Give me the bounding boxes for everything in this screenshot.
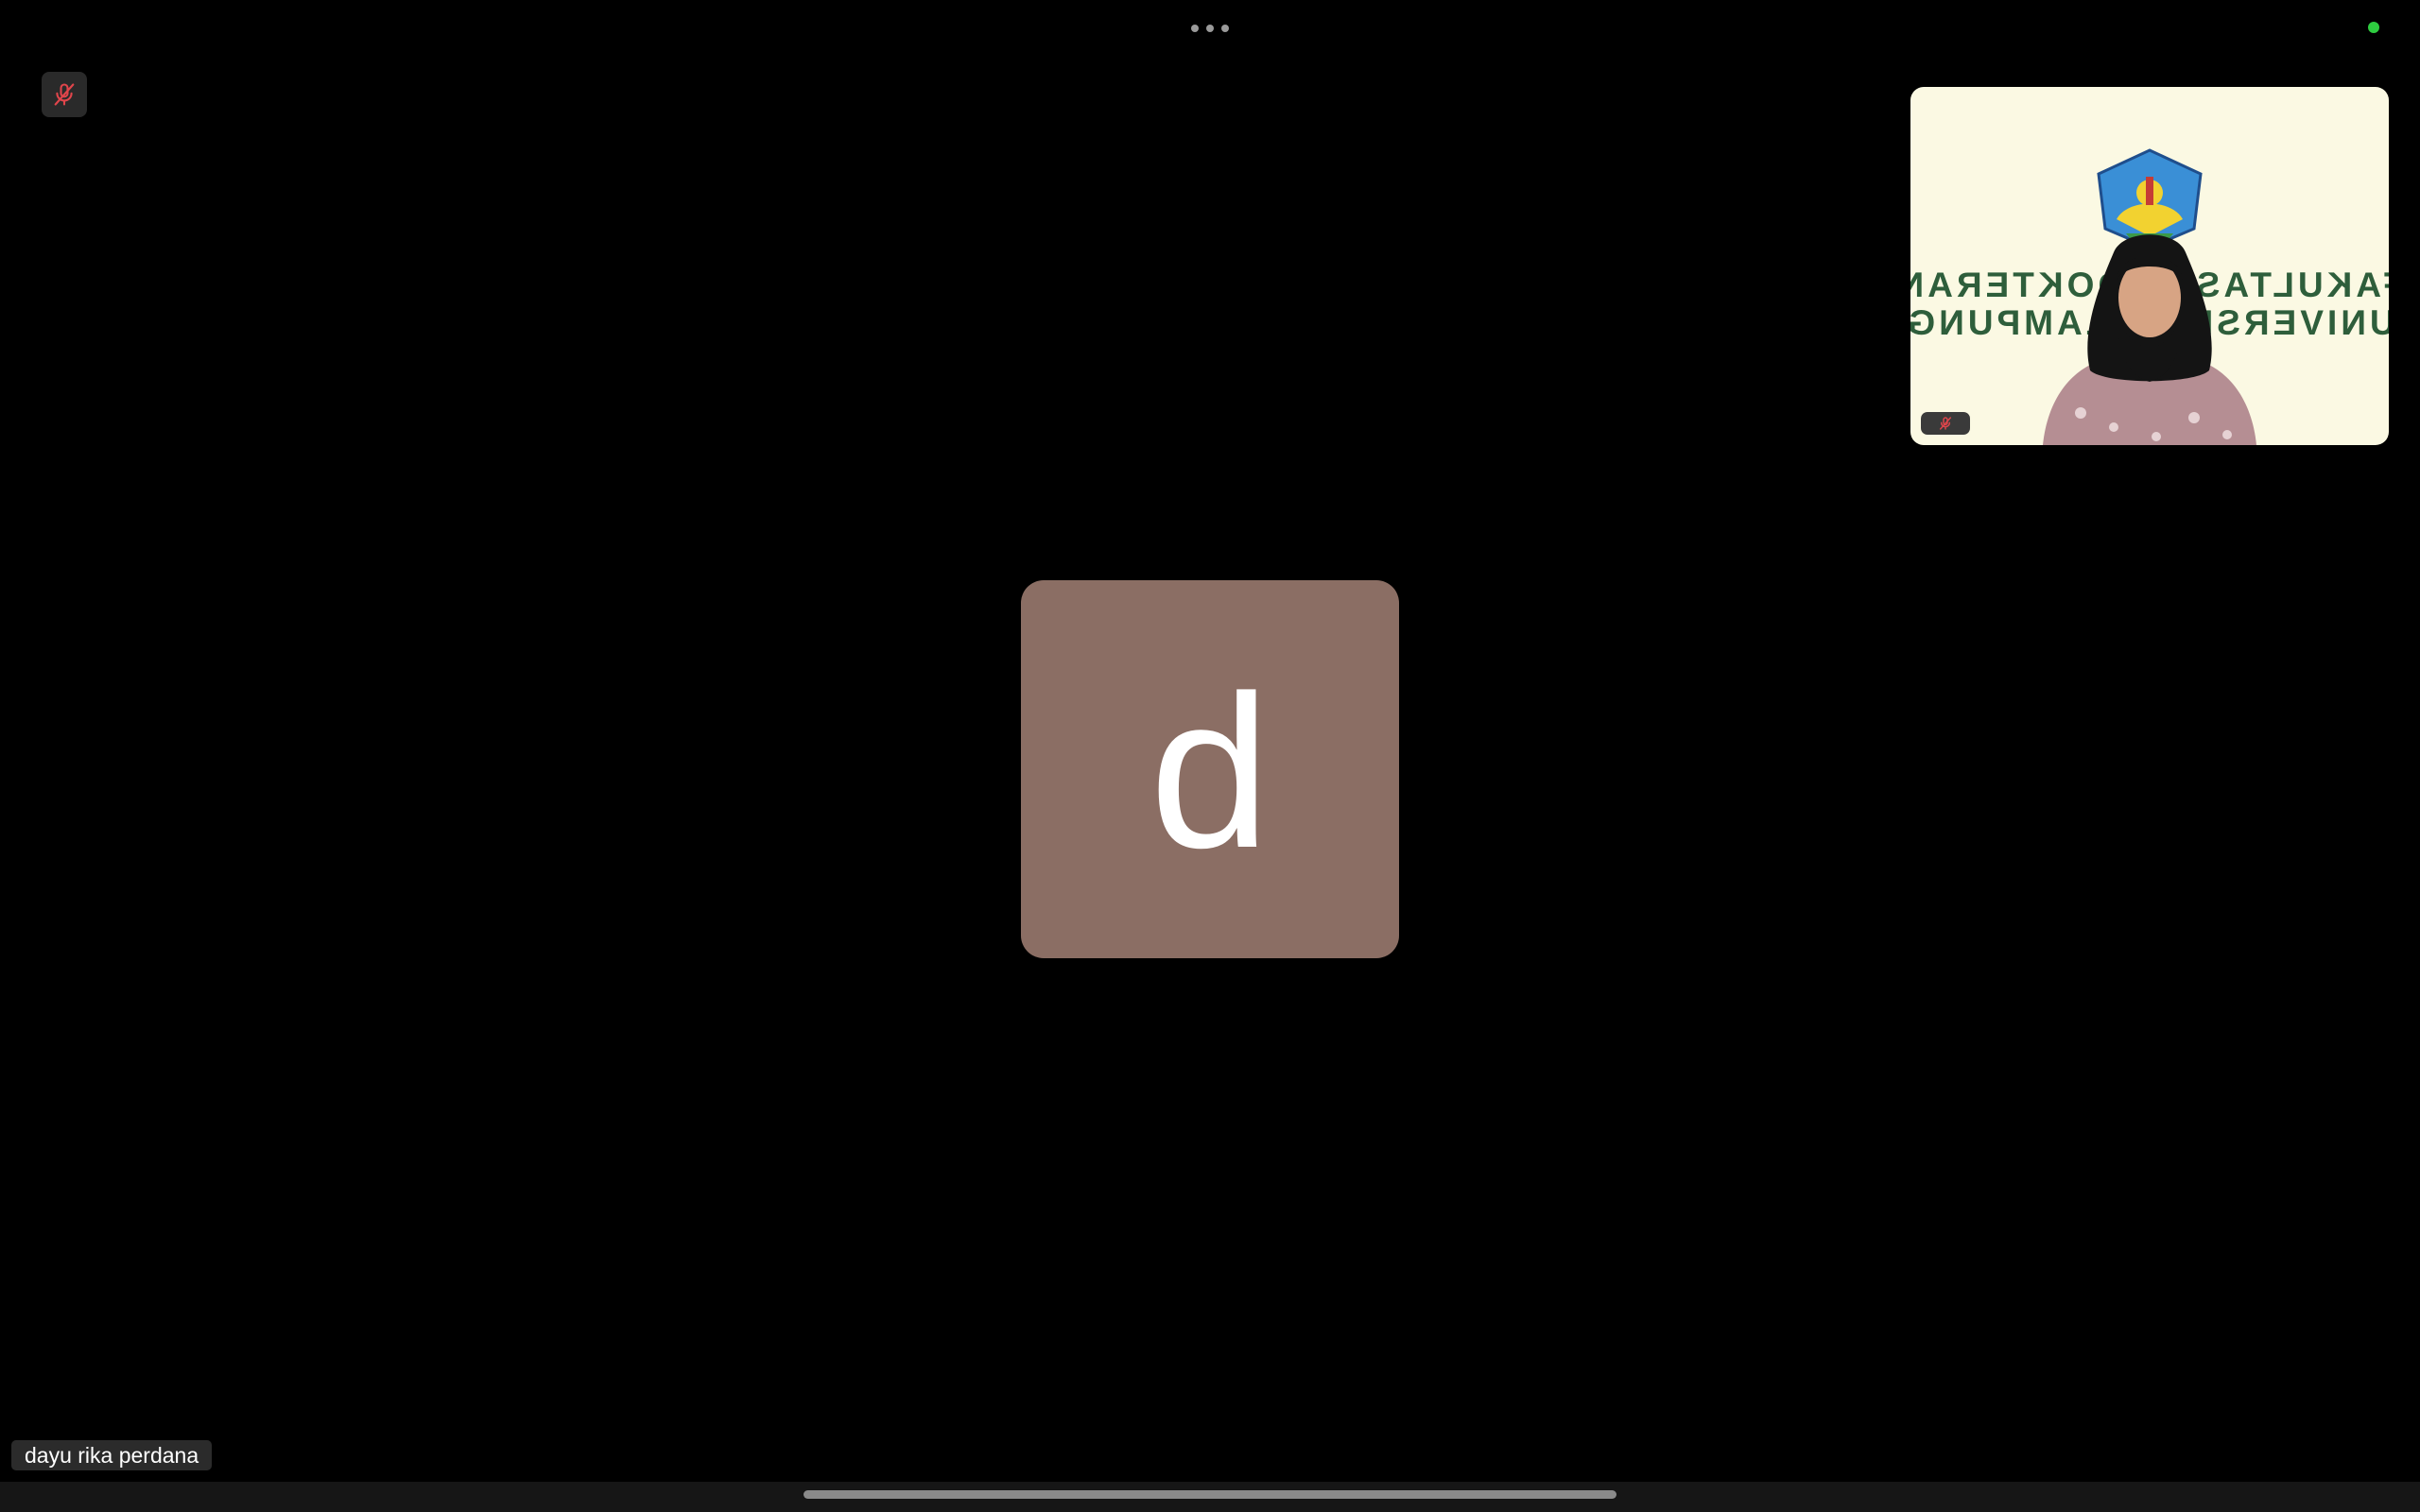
dot-3 <box>1221 25 1229 32</box>
dot-1 <box>1191 25 1199 32</box>
home-indicator[interactable] <box>804 1490 1616 1499</box>
mic-off-icon <box>1939 417 1952 430</box>
more-options-icon[interactable] <box>1182 19 1238 38</box>
meeting-stage: d FAKULTAS KEDOKTERAN UNIVERSITAS LAMPUN… <box>0 0 2420 1512</box>
muted-mic-badge <box>42 72 87 117</box>
mic-off-icon <box>54 83 75 106</box>
dot-2 <box>1206 25 1214 32</box>
participant-name-label: dayu rika perdana <box>11 1440 213 1470</box>
avatar-initial: d <box>1150 650 1270 893</box>
participant-avatar-tile: d <box>1021 580 1399 958</box>
participant-video-thumbnail[interactable]: FAKULTAS KEDOKTERAN UNIVERSITAS LAMPUNG <box>1910 87 2389 445</box>
video-frame: FAKULTAS KEDOKTERAN UNIVERSITAS LAMPUNG <box>1910 87 2389 445</box>
thumbnail-muted-badge <box>1921 412 1970 435</box>
recording-status-indicator <box>2368 22 2379 33</box>
